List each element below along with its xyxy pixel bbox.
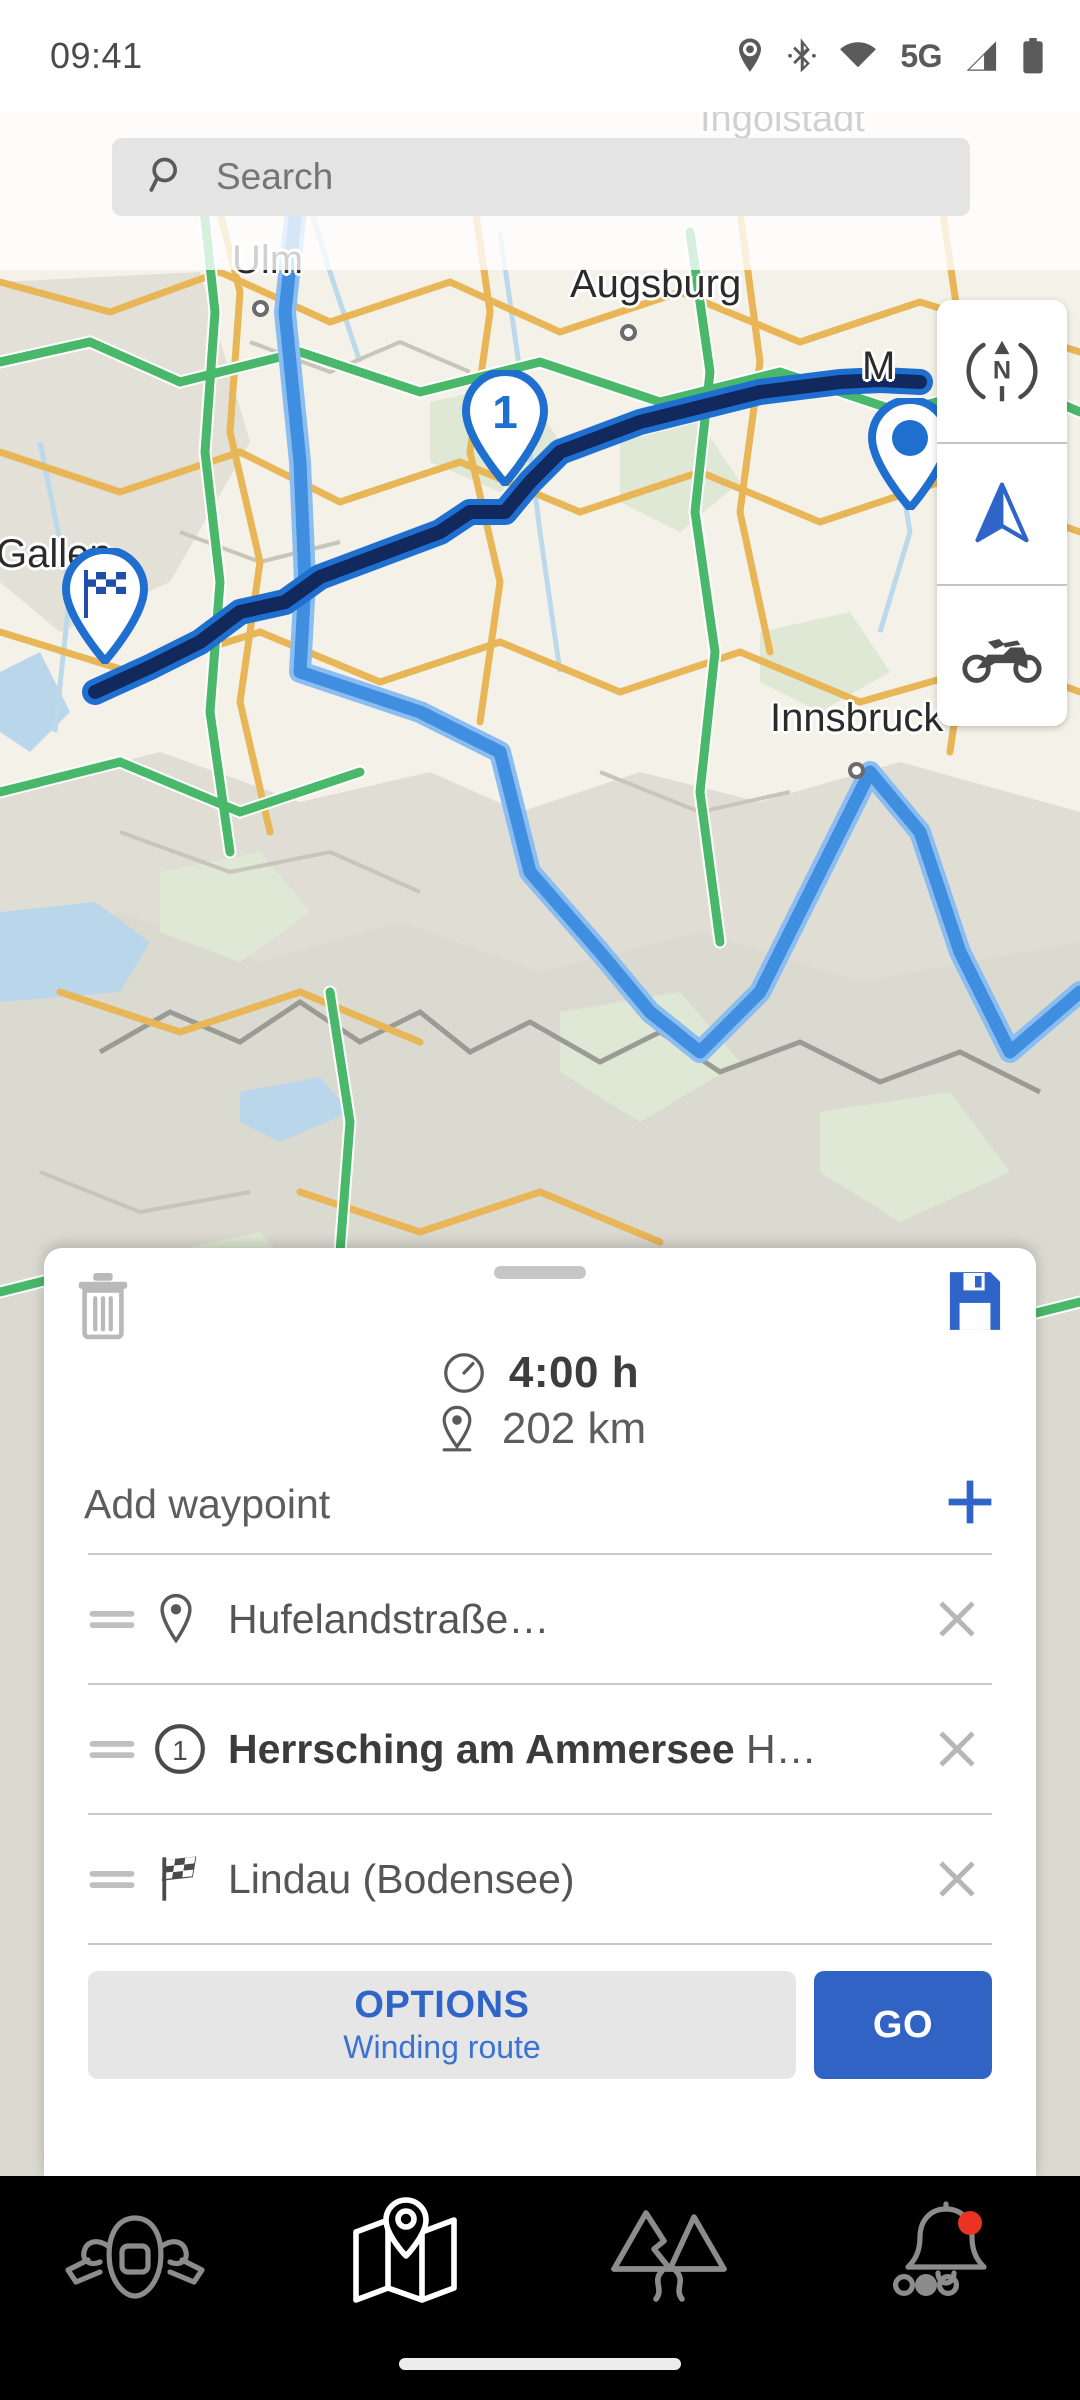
bottom-nav-items: [0, 2176, 1080, 2336]
map-vehicle-button[interactable]: [937, 584, 1067, 726]
plus-icon[interactable]: [944, 1476, 996, 1533]
remove-waypoint-button-1[interactable]: [922, 1596, 992, 1642]
waypoint-label-3: Lindau (Bodensee): [228, 1855, 575, 1902]
map-marker-waypoint-1-label: 1: [492, 386, 518, 438]
waypoint-row-3[interactable]: Lindau (Bodensee): [44, 1815, 1036, 1943]
network-5g-label: 5G: [900, 37, 942, 74]
sheet-actions: OPTIONS Winding route GO: [44, 1945, 1036, 2079]
search-placeholder-text: Search: [216, 156, 334, 197]
bluetooth-icon: [788, 37, 817, 75]
number-1-circle-icon: 1: [154, 1723, 228, 1775]
status-bar-icons: 5G: [735, 37, 1044, 75]
wifi-icon: [839, 41, 877, 71]
motorcycle-icon: [962, 639, 1042, 683]
notification-badge: [958, 2211, 982, 2235]
app-screen: 09:41 5G Augsburg M Gallen Innsbruck 1 N…: [0, 0, 1080, 2400]
remove-waypoint-button-2[interactable]: [922, 1726, 992, 1772]
options-button-subtitle: Winding route: [343, 2029, 541, 2065]
save-route-button[interactable]: [948, 1270, 1002, 1337]
search-overlay: Search: [0, 112, 1080, 270]
sheet-top-bar: [44, 1248, 1036, 1360]
motorcycle-front-icon: [65, 2215, 205, 2299]
nav-item-notifications[interactable]: [810, 2176, 1080, 2336]
map-compass-button[interactable]: N: [937, 300, 1067, 442]
mountain-route-icon: [611, 2210, 727, 2302]
waypoint-row-1[interactable]: Hufelandstraße…: [44, 1555, 1036, 1683]
signal-icon: [965, 40, 999, 72]
checkered-flag-icon: [154, 1853, 228, 1905]
battery-icon: [1022, 38, 1044, 74]
trash-icon: [78, 1273, 128, 1340]
map-marker-waypoint-1[interactable]: 1: [461, 367, 549, 491]
drag-handle-icon[interactable]: [88, 1604, 154, 1634]
map-marker-destination[interactable]: [61, 545, 149, 669]
search-input[interactable]: Search: [112, 138, 970, 216]
delete-route-button[interactable]: [72, 1270, 134, 1345]
search-icon: [148, 155, 188, 200]
navigation-arrow-icon: [975, 482, 1029, 543]
add-waypoint-row[interactable]: Add waypoint: [44, 1454, 1036, 1553]
map-city-dot-augsburg: [620, 324, 637, 341]
location-pin-icon: [434, 1405, 480, 1453]
map-city-dot-innsbruck: [848, 762, 865, 779]
svg-text:N: N: [993, 357, 1011, 385]
drag-handle-icon[interactable]: [88, 1864, 154, 1894]
route-distance-value: 202 km: [501, 1404, 647, 1453]
bell-icon: [893, 2201, 987, 2296]
bottom-navigation-bar: [0, 2176, 1080, 2400]
sheet-drag-handle[interactable]: [494, 1266, 586, 1279]
route-summary: 4:00 h 202 km: [44, 1348, 1036, 1454]
nav-item-map[interactable]: [270, 2176, 540, 2336]
go-button[interactable]: GO: [814, 1971, 992, 2079]
route-distance-row: 202 km: [44, 1404, 1036, 1454]
nav-item-bike-dashboard[interactable]: [0, 2176, 270, 2336]
map-recenter-button[interactable]: [937, 442, 1067, 584]
options-button[interactable]: OPTIONS Winding route: [88, 1971, 796, 2079]
map-pin-icon: [353, 2197, 457, 2303]
nav-item-routes[interactable]: [540, 2176, 810, 2336]
waypoint-label-1: Hufelandstraße…: [228, 1595, 550, 1642]
remove-waypoint-button-3[interactable]: [922, 1856, 992, 1902]
home-indicator: [399, 2358, 681, 2370]
go-button-label: GO: [872, 2003, 934, 2046]
map-controls: N: [937, 300, 1067, 726]
location-icon: [735, 37, 765, 75]
svg-text:1: 1: [172, 1735, 188, 1766]
map-city-dot-ulm: [252, 300, 269, 317]
add-waypoint-label: Add waypoint: [84, 1481, 331, 1527]
status-bar: 09:41 5G: [0, 0, 1080, 112]
location-pin-icon: [154, 1593, 228, 1645]
save-floppy-icon: [949, 1272, 1001, 1330]
status-bar-clock: 09:41: [50, 35, 143, 76]
waypoint-label-2-main: Herrsching am Ammersee: [228, 1725, 735, 1772]
waypoint-label-2: Herrsching am Ammersee H…: [228, 1726, 922, 1773]
route-bottom-sheet: 4:00 h 202 km Add waypoint Hufelandstraß…: [44, 1248, 1036, 2176]
waypoint-row-2[interactable]: 1 Herrsching am Ammersee H…: [44, 1685, 1036, 1813]
drag-handle-icon[interactable]: [88, 1734, 154, 1764]
compass-north-icon: N: [966, 340, 1038, 402]
options-button-label: OPTIONS: [354, 1984, 530, 2026]
waypoint-label-2-suffix: H…: [734, 1725, 817, 1772]
